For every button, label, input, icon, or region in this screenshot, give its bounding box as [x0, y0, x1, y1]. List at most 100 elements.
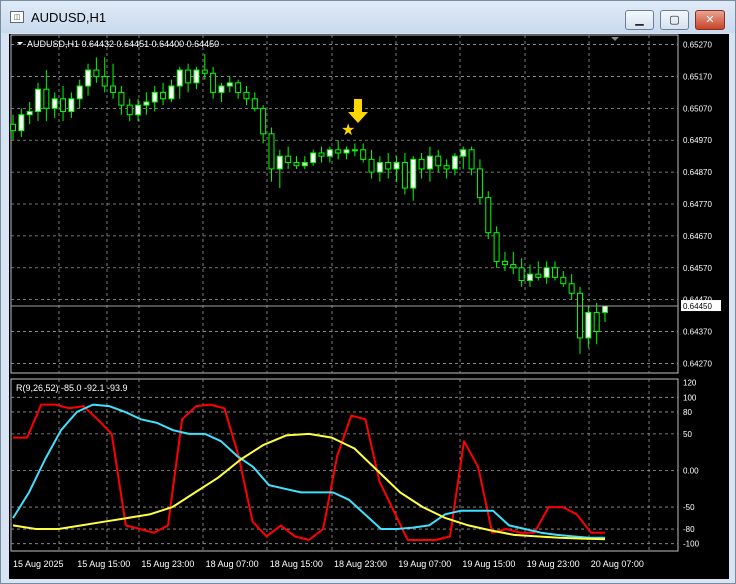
indicator-tick-label: 100: [683, 393, 697, 402]
minimize-button[interactable]: ▁: [625, 10, 654, 30]
time-tick-label: 19 Aug 15:00: [462, 559, 515, 569]
maximize-button[interactable]: ▢: [660, 10, 689, 30]
candle-body: [160, 91, 167, 100]
candle-body: [243, 91, 250, 100]
candle-body: [485, 197, 492, 234]
candle-body: [335, 149, 342, 154]
candle-body: [543, 267, 550, 278]
current-price-label: 0.64450: [683, 302, 712, 311]
candle-body: [201, 69, 208, 74]
indicator-axis: 120 100 80 50 0.00 -50 -80 -100: [683, 379, 700, 549]
candle-body: [43, 88, 50, 109]
candle-body: [85, 69, 92, 87]
candle-body: [326, 149, 333, 157]
candle-body: [410, 158, 417, 189]
candle-body: [151, 91, 158, 103]
candle-body: [476, 168, 483, 199]
candle-body: [10, 123, 16, 132]
candle-body: [135, 104, 142, 116]
candle-body: [101, 75, 108, 87]
indicator-tick-label: -50: [683, 503, 695, 512]
close-button[interactable]: ✕: [695, 10, 725, 30]
indicator-tick-label: 0.00: [683, 466, 699, 475]
time-tick-label: 19 Aug 07:00: [398, 559, 451, 569]
candle-body: [285, 155, 292, 164]
candle-body: [118, 91, 125, 106]
candle-body: [376, 162, 383, 173]
time-tick-label: 18 Aug 15:00: [270, 559, 323, 569]
candle-body: [451, 155, 458, 170]
time-tick-label: 20 Aug 07:00: [591, 559, 644, 569]
candle-body: [393, 162, 400, 170]
price-tick-label: 0.64770: [683, 200, 712, 209]
indicator-tick-label: -80: [683, 525, 695, 534]
indicator-tick-label: -100: [683, 540, 700, 549]
chart-area[interactable]: 0.65270 0.65170 0.65070 0.64970 0.64870 0.647…: [9, 34, 729, 579]
candle-body: [35, 88, 42, 113]
price-tick-label: 0.65070: [683, 104, 712, 113]
candle-body: [602, 305, 608, 313]
candle-body: [351, 149, 358, 152]
candle-body: [343, 149, 350, 154]
candle-body: [368, 158, 375, 173]
price-tick-label: 0.64870: [683, 168, 712, 177]
candle-body: [51, 98, 58, 109]
candle-body: [318, 152, 325, 157]
candle-body: [301, 162, 308, 167]
candle-body: [176, 69, 183, 87]
candle-body: [418, 158, 425, 170]
candle-body: [518, 267, 525, 282]
indicator-tick-label: 50: [683, 430, 692, 439]
candle-body: [401, 162, 408, 189]
candle-body: [585, 311, 592, 339]
title-bar[interactable]: ◫ AUDUSD,H1 ▁ ▢ ✕: [1, 1, 735, 33]
candle-body: [226, 82, 233, 87]
indicator-tick-label: 120: [683, 379, 697, 388]
time-tick-label: 18 Aug 07:00: [206, 559, 259, 569]
candle-body: [68, 98, 75, 113]
shift-marker-icon[interactable]: [611, 37, 619, 41]
candle-body: [510, 264, 517, 269]
candle-body: [460, 149, 467, 157]
time-tick-label: 19 Aug 23:00: [527, 559, 580, 569]
candle-body: [435, 155, 442, 167]
candle-body: [560, 276, 567, 285]
candle-body: [593, 311, 600, 333]
candle-body: [268, 133, 275, 170]
candle-body: [210, 72, 217, 93]
candle-body: [276, 155, 283, 170]
candle-body: [168, 85, 175, 100]
price-tick-label: 0.64670: [683, 232, 712, 241]
candle-body: [193, 69, 200, 84]
price-tick-label: 0.64370: [683, 328, 712, 337]
window-title: AUDUSD,H1: [31, 10, 107, 25]
candle-body: [251, 98, 258, 109]
price-tick-label: 0.65170: [683, 72, 712, 81]
candle-body: [76, 85, 83, 100]
candle-body: [426, 155, 433, 170]
candle-body: [551, 267, 558, 278]
candle-body: [310, 152, 317, 164]
candle-body: [218, 85, 225, 93]
candle-body: [110, 85, 117, 93]
candle-body: [526, 273, 533, 282]
candle-body: [443, 165, 450, 170]
candle-body: [93, 69, 100, 77]
chart-canvas[interactable]: 0.65270 0.65170 0.65070 0.64970 0.64870 0.647…: [9, 34, 729, 579]
price-tick-label: 0.65270: [683, 41, 712, 50]
candle-body: [126, 104, 133, 116]
indicator-series-line: [12, 432, 606, 541]
candle-body: [576, 292, 583, 339]
time-tick-label: 18 Aug 23:00: [334, 559, 387, 569]
price-tick-label: 0.64570: [683, 264, 712, 273]
price-tick-label: 0.64270: [683, 359, 712, 368]
candle-body: [18, 114, 25, 132]
time-axis: 15 Aug 2025 15 Aug 15:00 15 Aug 23:00 18 Au…: [13, 559, 644, 569]
candle-body: [260, 107, 267, 135]
price-axis: 0.65270 0.65170 0.65070 0.64970 0.64870 0.647…: [683, 41, 712, 369]
candle-body: [293, 162, 300, 167]
candle-body: [385, 162, 392, 170]
candle-body: [185, 69, 192, 84]
chart-window: ◫ AUDUSD,H1 ▁ ▢ ✕ 0.65270 0.65170 0.65070 0…: [0, 0, 736, 584]
candle-body: [235, 82, 242, 93]
